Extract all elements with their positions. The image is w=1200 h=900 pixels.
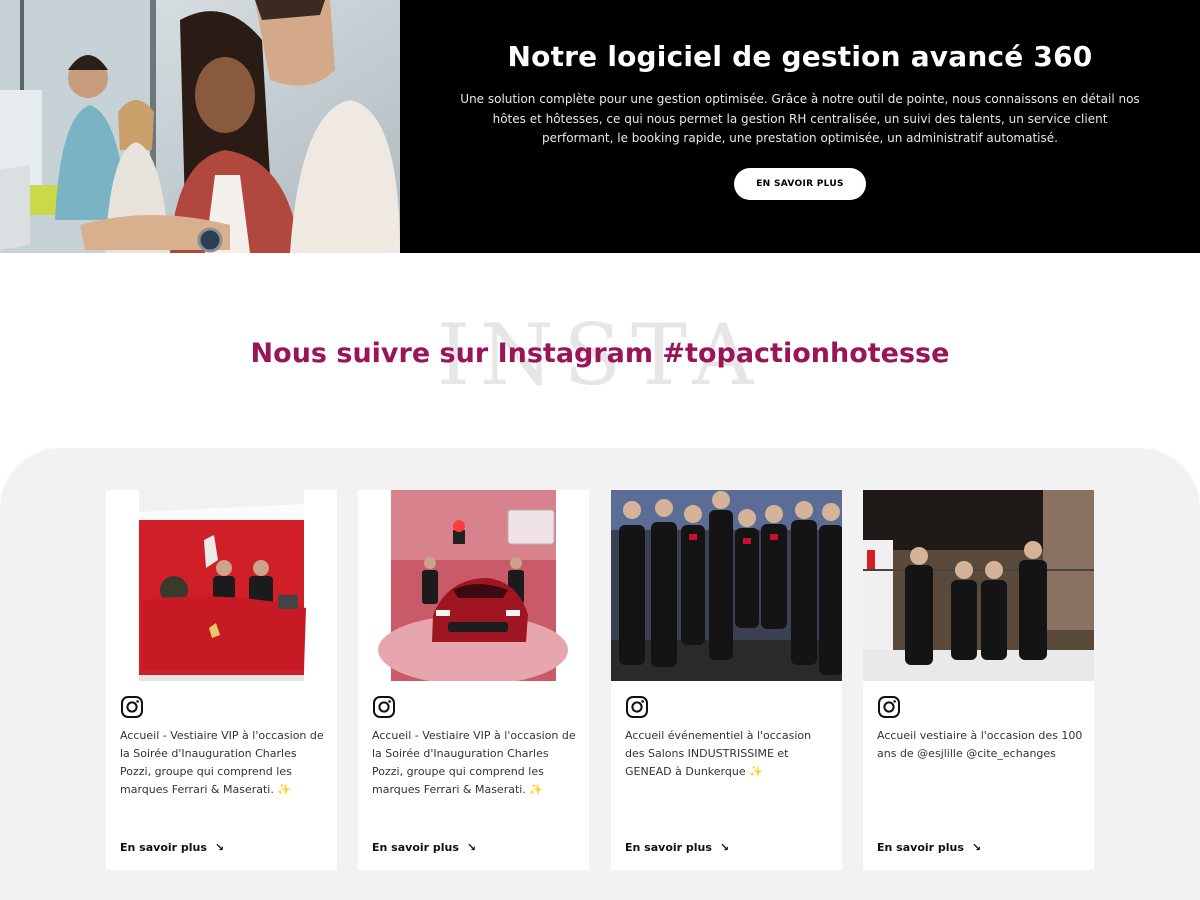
- instagram-icon: [878, 696, 900, 718]
- arrow-down-right-icon: ↘: [214, 841, 225, 854]
- hero-text-block: Notre logiciel de gestion avancé 360 Une…: [400, 0, 1200, 253]
- instagram-post-card[interactable]: Accueil vestiaire à l'occasion des 100 a…: [863, 490, 1094, 870]
- post-learn-more-link[interactable]: En savoir plus ↘: [625, 841, 729, 854]
- hero-section: Notre logiciel de gestion avancé 360 Une…: [0, 0, 1200, 253]
- post-link-label: En savoir plus: [877, 841, 964, 854]
- post-image-cloakroom-team[interactable]: [863, 490, 1094, 681]
- arrow-down-right-icon: ↘: [719, 841, 730, 854]
- instagram-icon: [373, 696, 395, 718]
- post-image-salon-team[interactable]: [611, 490, 842, 681]
- arrow-down-right-icon: ↘: [971, 841, 982, 854]
- post-caption: Accueil événementiel à l'occasion des Sa…: [625, 729, 812, 778]
- post-learn-more-link[interactable]: En savoir plus ↘: [372, 841, 476, 854]
- post-learn-more-link[interactable]: En savoir plus ↘: [120, 841, 224, 854]
- instagram-post-card[interactable]: Accueil - Vestiaire VIP à l'occasion de …: [358, 490, 589, 870]
- instagram-icon: [121, 696, 143, 718]
- instagram-section-title: Nous suivre sur Instagram #topactionhote…: [250, 338, 950, 369]
- post-caption: Accueil vestiaire à l'occasion des 100 a…: [877, 729, 1083, 760]
- post-link-label: En savoir plus: [625, 841, 712, 854]
- post-caption: Accueil - Vestiaire VIP à l'occasion de …: [372, 729, 576, 796]
- instagram-icon: [626, 696, 648, 718]
- team-photo: [0, 0, 400, 253]
- post-learn-more-link[interactable]: En savoir plus ↘: [877, 841, 981, 854]
- post-image-ferrari-car[interactable]: [358, 490, 589, 681]
- hero-title: Notre logiciel de gestion avancé 360: [507, 40, 1093, 73]
- post-link-label: En savoir plus: [372, 841, 459, 854]
- learn-more-button[interactable]: EN SAVOIR PLUS: [734, 168, 866, 200]
- arrow-down-right-icon: ↘: [466, 841, 477, 854]
- post-link-label: En savoir plus: [120, 841, 207, 854]
- hero-description: Une solution complète pour une gestion o…: [460, 92, 1140, 145]
- instagram-post-card[interactable]: Accueil - Vestiaire VIP à l'occasion de …: [106, 490, 337, 870]
- post-caption: Accueil - Vestiaire VIP à l'occasion de …: [120, 729, 324, 796]
- post-image-ferrari-reception[interactable]: [106, 490, 337, 681]
- instagram-post-card[interactable]: Accueil événementiel à l'occasion des Sa…: [611, 490, 842, 870]
